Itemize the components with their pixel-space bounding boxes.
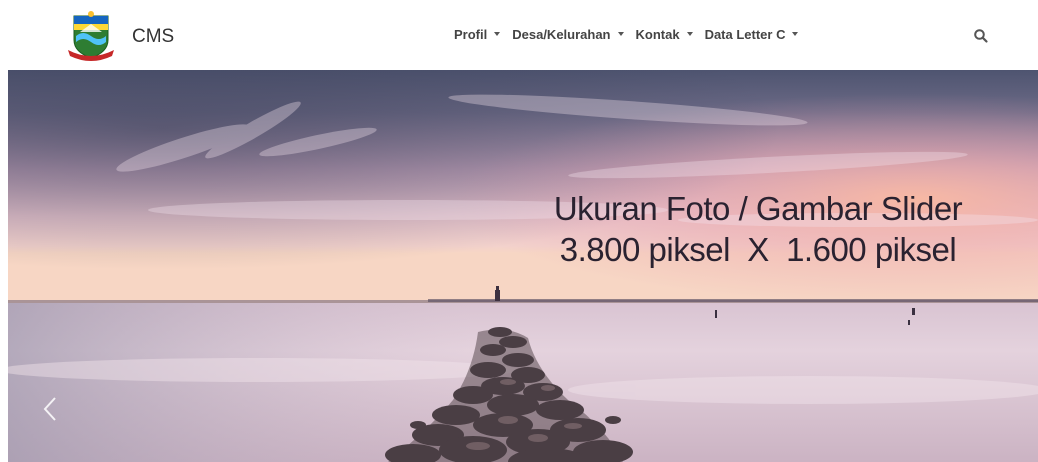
caret-down-icon: [494, 31, 501, 36]
nav-item-kontak[interactable]: Kontak: [636, 27, 693, 42]
brand[interactable]: CMS: [66, 10, 174, 62]
caption-line-1: Ukuran Foto / Gambar Slider: [553, 190, 963, 227]
nav-item-label: Kontak: [635, 27, 680, 42]
search-icon[interactable]: [973, 28, 989, 44]
brand-name: CMS: [132, 26, 175, 47]
hero-slider[interactable]: Ukuran Foto / Gambar Slider 3.800 piksel…: [8, 70, 1038, 462]
top-navbar: CMS Profil Desa/Kelurahan Kontak Data Le…: [0, 0, 1038, 70]
nav-item-label: Profil: [454, 27, 488, 42]
nav-item-desa-kelurahan[interactable]: Desa/Kelurahan: [512, 27, 624, 42]
regency-crest-icon: [68, 11, 114, 61]
nav-item-label: Desa/Kelurahan: [512, 27, 611, 42]
caret-down-icon: [792, 31, 799, 36]
chevron-left-icon[interactable]: [38, 392, 64, 426]
slide-caption: Ukuran Foto / Gambar Slider 3.800 piksel…: [548, 188, 968, 270]
nav-item-profil[interactable]: Profil: [454, 27, 501, 42]
caret-down-icon: [686, 31, 693, 36]
nav-item-data-letter-c[interactable]: Data Letter C: [705, 27, 799, 42]
caption-line-2: 3.800 piksel X 1.600 piksel: [559, 231, 957, 268]
nav-item-label: Data Letter C: [704, 27, 786, 42]
main-menu: Profil Desa/Kelurahan Kontak Data Letter…: [454, 27, 810, 42]
caret-down-icon: [617, 31, 624, 36]
